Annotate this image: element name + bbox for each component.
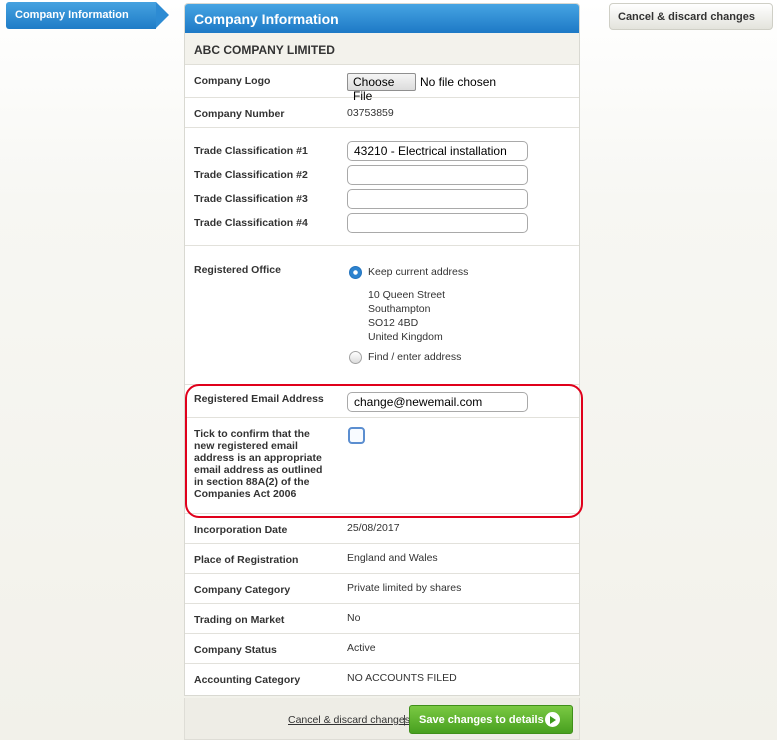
save-changes-label: Save changes to details <box>419 714 544 726</box>
find-enter-address-label[interactable]: Find / enter address <box>368 351 461 363</box>
confirm-text-line-3: address is an appropriate <box>194 452 322 464</box>
accounting-category-value: NO ACCOUNTS FILED <box>347 672 457 684</box>
company-info-panel: Company Information ABC COMPANY LIMITED … <box>184 3 580 696</box>
panel-title: Company Information <box>185 4 579 33</box>
confirm-text-line-6: Companies Act 2006 <box>194 488 297 500</box>
email-confirm-checkbox[interactable] <box>348 427 365 444</box>
trade-classification-2-label: Trade Classification #2 <box>194 169 308 181</box>
row-incorporation-date: Incorporation Date 25/08/2017 <box>185 514 579 544</box>
footer-separator: | <box>403 714 406 726</box>
trade-classification-3-input[interactable] <box>347 189 528 209</box>
confirm-text-line-4: email address as outlined <box>194 464 323 476</box>
registered-email-label: Registered Email Address <box>194 393 324 405</box>
row-place-of-registration: Place of Registration England and Wales <box>185 544 579 574</box>
place-of-registration-value: England and Wales <box>347 552 438 564</box>
row-trade-classifications: Trade Classification #1 Trade Classifica… <box>185 128 579 246</box>
company-number-value: 03753859 <box>347 107 394 119</box>
row-company-status: Company Status Active <box>185 634 579 664</box>
row-company-number: Company Number 03753859 <box>185 98 579 128</box>
company-logo-label: Company Logo <box>194 75 271 87</box>
address-line-1: 10 Queen Street <box>368 289 446 301</box>
accounting-category-label: Accounting Category <box>194 674 301 686</box>
company-status-label: Company Status <box>194 644 277 656</box>
trade-classification-1-label: Trade Classification #1 <box>194 145 308 157</box>
row-registered-office: Registered Office Keep current address 1… <box>185 246 579 384</box>
row-company-category: Company Category Private limited by shar… <box>185 574 579 604</box>
row-company-logo: Company Logo Choose File No file chosen <box>185 65 579 103</box>
keep-current-address-label[interactable]: Keep current address <box>368 266 468 278</box>
place-of-registration-label: Place of Registration <box>194 554 299 566</box>
registered-email-input[interactable] <box>347 392 528 412</box>
trade-classification-3-label: Trade Classification #3 <box>194 193 308 205</box>
registered-office-label: Registered Office <box>194 264 281 276</box>
address-line-2: Southampton <box>368 303 431 315</box>
trading-on-market-label: Trading on Market <box>194 614 285 626</box>
row-email-confirm: Tick to confirm that the new registered … <box>185 418 579 514</box>
cancel-discard-link[interactable]: Cancel & discard changes <box>288 714 410 726</box>
confirm-text-line-5: in section 88A(2) of the <box>194 476 310 488</box>
trading-on-market-value: No <box>347 612 361 624</box>
trade-classification-4-label: Trade Classification #4 <box>194 217 308 229</box>
arrow-right-icon <box>545 712 560 727</box>
confirm-text-line-2: new registered email <box>194 440 298 452</box>
nav-tab-company-information[interactable]: Company Information <box>6 2 170 29</box>
save-changes-button[interactable]: Save changes to details <box>409 705 573 734</box>
form-footer: Cancel & discard changes | Save changes … <box>184 698 580 740</box>
find-enter-address-radio[interactable] <box>349 351 362 364</box>
trade-classification-1-input[interactable] <box>347 141 528 161</box>
company-category-label: Company Category <box>194 584 291 596</box>
keep-current-address-radio[interactable] <box>349 266 362 279</box>
company-number-label: Company Number <box>194 108 285 120</box>
nav-tab-label: Company Information <box>6 2 156 29</box>
row-registered-email: Registered Email Address <box>185 384 579 418</box>
confirm-text-line-1: Tick to confirm that the <box>194 428 310 440</box>
trade-classification-2-input[interactable] <box>347 165 528 185</box>
incorporation-date-label: Incorporation Date <box>194 524 288 536</box>
cancel-discard-button-top[interactable]: Cancel & discard changes <box>609 3 773 30</box>
trade-classification-4-input[interactable] <box>347 213 528 233</box>
file-status-text: No file chosen <box>420 75 497 89</box>
row-accounting-category: Accounting Category NO ACCOUNTS FILED <box>185 664 579 695</box>
row-trading-on-market: Trading on Market No <box>185 604 579 634</box>
company-status-value: Active <box>347 642 376 654</box>
choose-file-button[interactable]: Choose File <box>347 73 416 103</box>
address-line-4: United Kingdom <box>368 331 443 343</box>
company-category-value: Private limited by shares <box>347 582 462 594</box>
incorporation-date-value: 25/08/2017 <box>347 522 400 534</box>
address-line-3: SO12 4BD <box>368 317 419 329</box>
company-name-heading: ABC COMPANY LIMITED <box>185 33 579 65</box>
nav-tab-arrow-icon <box>156 2 169 28</box>
